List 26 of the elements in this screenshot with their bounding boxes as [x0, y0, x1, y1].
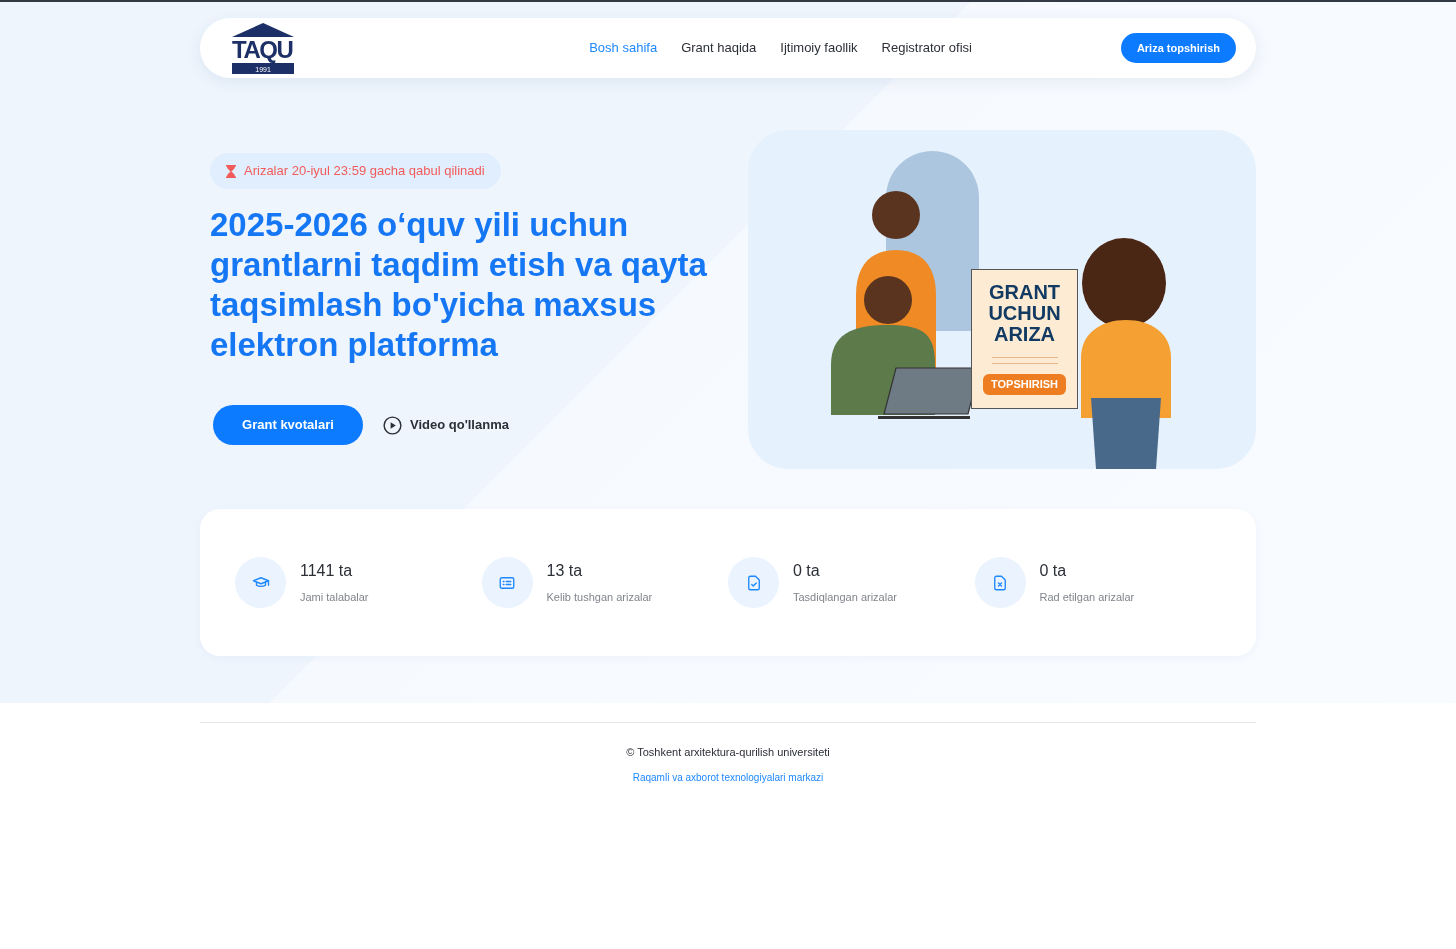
hero-title: 2025-2026 o‘quv yili uchun grantlarni taqdim etish va qayta taqsimlash bo'yicha maxsus elektron platforma [210, 205, 708, 365]
poster-text: GRANT [988, 282, 1061, 303]
stat-value: 1141 ta [300, 561, 354, 582]
stat-value: 13 ta [546, 561, 584, 582]
nav-link[interactable]: Grant haqida [681, 38, 757, 58]
stat-label: Tasdiqlangan arizalar [793, 590, 897, 606]
nav-link[interactable]: Bosh sahifa [589, 38, 658, 58]
nav-link[interactable]: Ijtimoiy faollik [780, 38, 858, 58]
poster-text: UCHUN [988, 303, 1061, 324]
stat-value: 0 ta [1039, 561, 1068, 582]
poster-text: ARIZA [993, 324, 1056, 345]
deadline-badge: Arizalar 20-iyul 23:59 gacha qabul qilinadi [210, 153, 501, 189]
hourglass-icon [226, 164, 236, 178]
nav-link[interactable]: Registrator ofisi [881, 38, 972, 58]
grant-quotas-button[interactable]: Grant kvotalari [213, 405, 363, 445]
copyright-text: © Toshkent arxitektura-qurilish universiteti [626, 745, 830, 760]
play-icon [383, 415, 402, 435]
stat-label: Jami talabalar [300, 590, 369, 606]
apply-button[interactable]: Ariza topshirish [1120, 33, 1236, 63]
stat-label: Kelib tushgan arizalar [546, 590, 653, 606]
stat-label: Rad etilgan arizalar [1039, 590, 1135, 606]
video-guide-link[interactable]: Video qo'llanma [383, 415, 509, 435]
roof-icon [232, 22, 295, 37]
credit-link[interactable]: Raqamli va axborot texnologiyalari markazi [632, 769, 824, 785]
stat-value: 0 ta [793, 561, 821, 582]
document-x-icon [991, 573, 1009, 592]
